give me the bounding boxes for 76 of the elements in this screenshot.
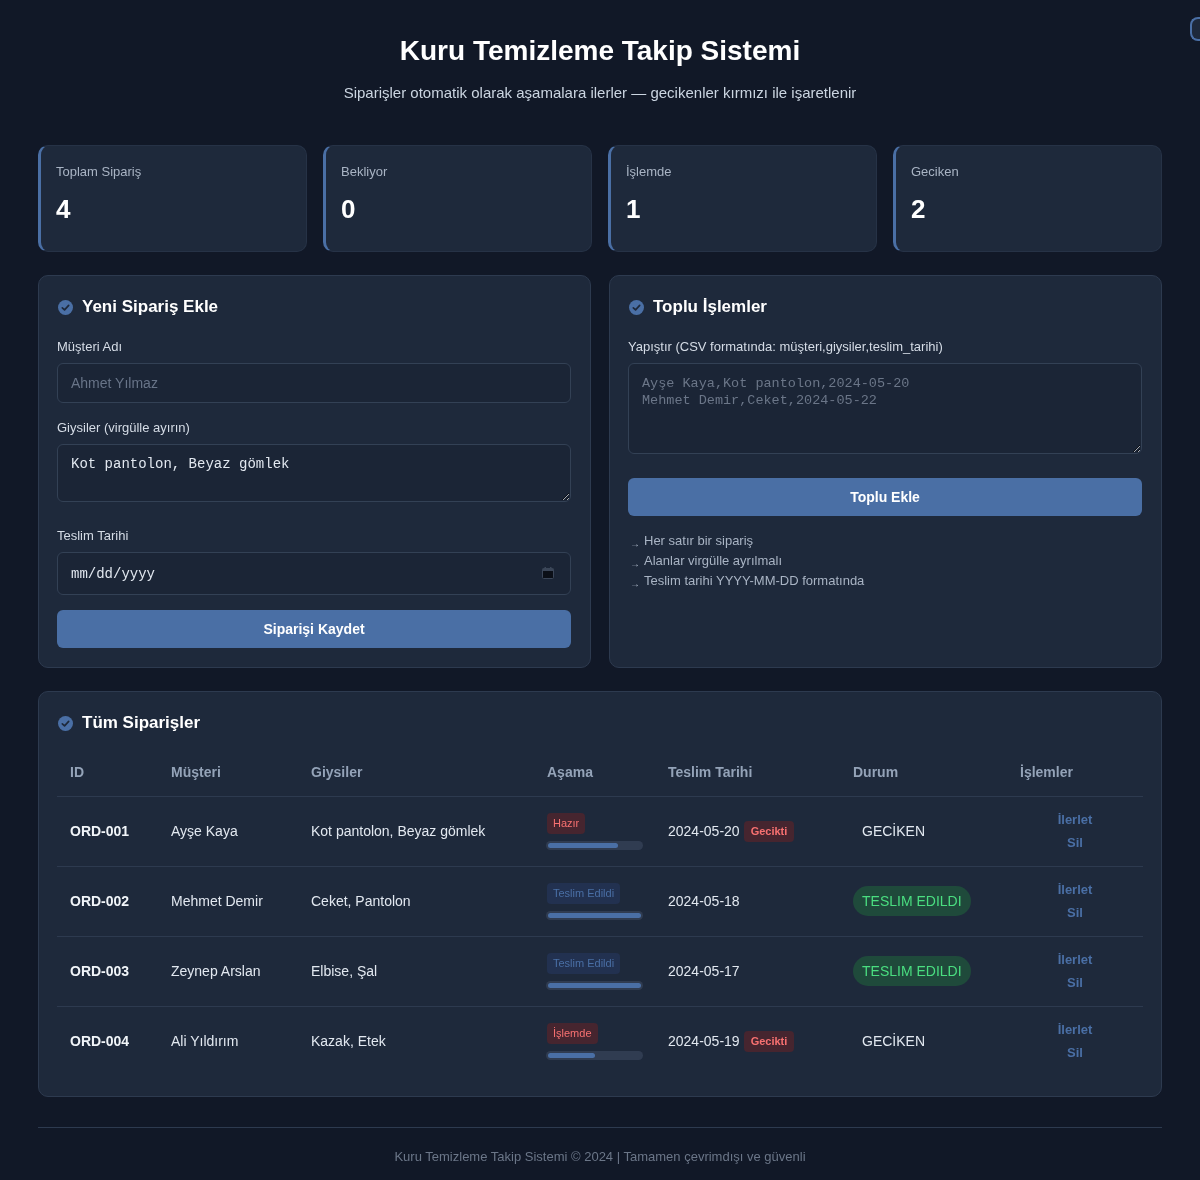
advance-link[interactable]: İlerlet [1057, 878, 1093, 901]
delete-link[interactable]: Sil [1067, 971, 1083, 994]
section-title: Tüm Siparişler [82, 712, 201, 734]
check-circle-icon [58, 299, 73, 315]
corner-toggle[interactable] [1190, 17, 1200, 41]
stat-value: 2 [911, 193, 926, 225]
page-title: Kuru Temizleme Takip Sistemi [398, 34, 802, 68]
stage-badge: Teslim Edildi [547, 952, 621, 974]
late-tag: Gecikti [743, 1030, 795, 1052]
table-cell: Ceket, Pantolon [298, 866, 534, 936]
stat-label: İşlemde [626, 164, 672, 180]
due-date: 2024-05-19 [668, 1032, 740, 1049]
hint-text: Teslim tarihi YYYY-MM-DD formatında [644, 572, 865, 590]
check-circle-icon [58, 715, 73, 731]
advance-link[interactable]: İlerlet [1057, 1018, 1093, 1042]
page-subtitle: Siparişler otomatik olarak aşamalara ilerler — gecikenler kırmızı ile işaretlenir [342, 83, 858, 103]
stage-badge: İşlemde [547, 1022, 598, 1044]
column-header: Teslim Tarihi [655, 748, 840, 796]
advance-link[interactable]: İlerlet [1057, 808, 1093, 831]
items-textarea[interactable]: Kot pantolon, Beyaz gömlek [57, 444, 571, 502]
column-header: Aşama [534, 748, 655, 796]
table-cell: Elbise, Şal [298, 936, 534, 1006]
section-title: Yeni Sipariş Ekle [82, 296, 219, 318]
arrow-marker: → [630, 537, 640, 551]
table-cell: Zeynep Arslan [158, 936, 298, 1006]
date-input[interactable]: mm/dd/yyyy [57, 552, 571, 595]
due-date: 2024-05-20 [668, 822, 740, 839]
status-pill: TESLIM EDILDI [853, 886, 971, 916]
hint-text: Her satır bir sipariş [644, 532, 754, 550]
table-cell: ORD-002 [57, 866, 158, 936]
table-cell: ORD-001 [57, 796, 158, 866]
stage-badge: Teslim Edildi [547, 882, 621, 904]
stage-badge: Hazır [547, 812, 586, 834]
due-date: 2024-05-18 [668, 893, 740, 909]
column-header: Müşteri [158, 748, 298, 796]
stat-label: Toplam Sipariş [56, 164, 142, 180]
stat-value: 1 [626, 193, 641, 225]
table-cell: Kazak, Etek [298, 1006, 534, 1076]
save-button[interactable]: Siparişi Kaydet [57, 610, 571, 648]
table-cell: Ali Yıldırım [158, 1006, 298, 1076]
hint-text: Alanlar virgülle ayrılmalı [644, 552, 782, 570]
column-header: Giysiler [298, 748, 534, 796]
table-cell: ORD-004 [57, 1006, 158, 1076]
column-header: ID [57, 748, 158, 796]
delete-link[interactable]: Sil [1067, 831, 1083, 854]
stat-value: 0 [341, 193, 356, 225]
calendar-icon[interactable] [542, 567, 554, 579]
table-cell: ORD-003 [57, 936, 158, 1006]
field-label: Giysiler (virgülle ayırın) [57, 420, 190, 436]
section-title: Toplu İşlemler [653, 296, 767, 318]
table-cell: Ayşe Kaya [158, 796, 298, 866]
footer-text: Kuru Temizleme Takip Sistemi © 2024 | Tamamen çevrimdışı ve güvenli [394, 1149, 806, 1164]
check-circle-icon [629, 299, 644, 315]
delete-link[interactable]: Sil [1067, 1041, 1083, 1065]
arrow-marker: → [630, 557, 640, 571]
stat-value: 4 [56, 193, 71, 225]
table-cell: Kot pantolon, Beyaz gömlek [298, 796, 534, 866]
status-text: GECİKEN [861, 822, 926, 841]
delete-link[interactable]: Sil [1067, 901, 1083, 924]
status-text: GECİKEN [861, 1032, 926, 1052]
stat-label: Bekliyor [341, 164, 388, 180]
field-label: Yapıştır (CSV formatında: müşteri,giysiler,teslim_tarihi) [628, 339, 943, 355]
late-tag: Gecikti [743, 820, 795, 842]
advance-link[interactable]: İlerlet [1057, 948, 1093, 971]
name-input[interactable]: Ahmet Yılmaz [57, 363, 571, 403]
table-cell: Mehmet Demir [158, 866, 298, 936]
field-label: Teslim Tarihi [57, 528, 129, 544]
due-date: 2024-05-17 [668, 963, 740, 979]
arrow-marker: → [630, 577, 640, 591]
stat-label: Geciken [911, 164, 959, 180]
column-header: Durum [840, 748, 1007, 796]
csv-textarea[interactable]: Ayşe Kaya,Kot pantolon,2024-05-20 Mehmet Demir,Ceket,2024-05-22 [628, 363, 1142, 454]
column-header: İşlemler [1007, 748, 1143, 796]
status-pill: TESLIM EDILDI [853, 956, 971, 986]
bulk-add-button[interactable]: Toplu Ekle [628, 478, 1142, 516]
field-label: Müşteri Adı [57, 339, 123, 355]
